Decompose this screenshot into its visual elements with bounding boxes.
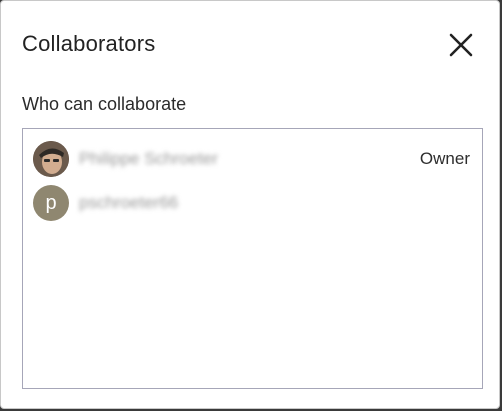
avatar: p (33, 185, 69, 221)
collaborator-name: pschroeter66 (79, 193, 179, 212)
collaborators-list[interactable]: Philippe Schroeter Owner p pschroeter66 (22, 128, 483, 389)
close-button[interactable] (445, 29, 477, 61)
list-item[interactable]: p pschroeter66 (33, 184, 470, 222)
collaborators-dialog: Collaborators Who can collaborate Philip… (0, 0, 500, 409)
role-label: Owner (419, 149, 470, 168)
section-label: Who can collaborate (22, 94, 187, 114)
list-item[interactable]: Philippe Schroeter Owner (33, 140, 470, 178)
collaborator-name: Philippe Schroeter (79, 149, 218, 168)
avatar (33, 141, 69, 177)
close-icon (449, 33, 473, 57)
dialog-title: Collaborators (22, 31, 156, 56)
